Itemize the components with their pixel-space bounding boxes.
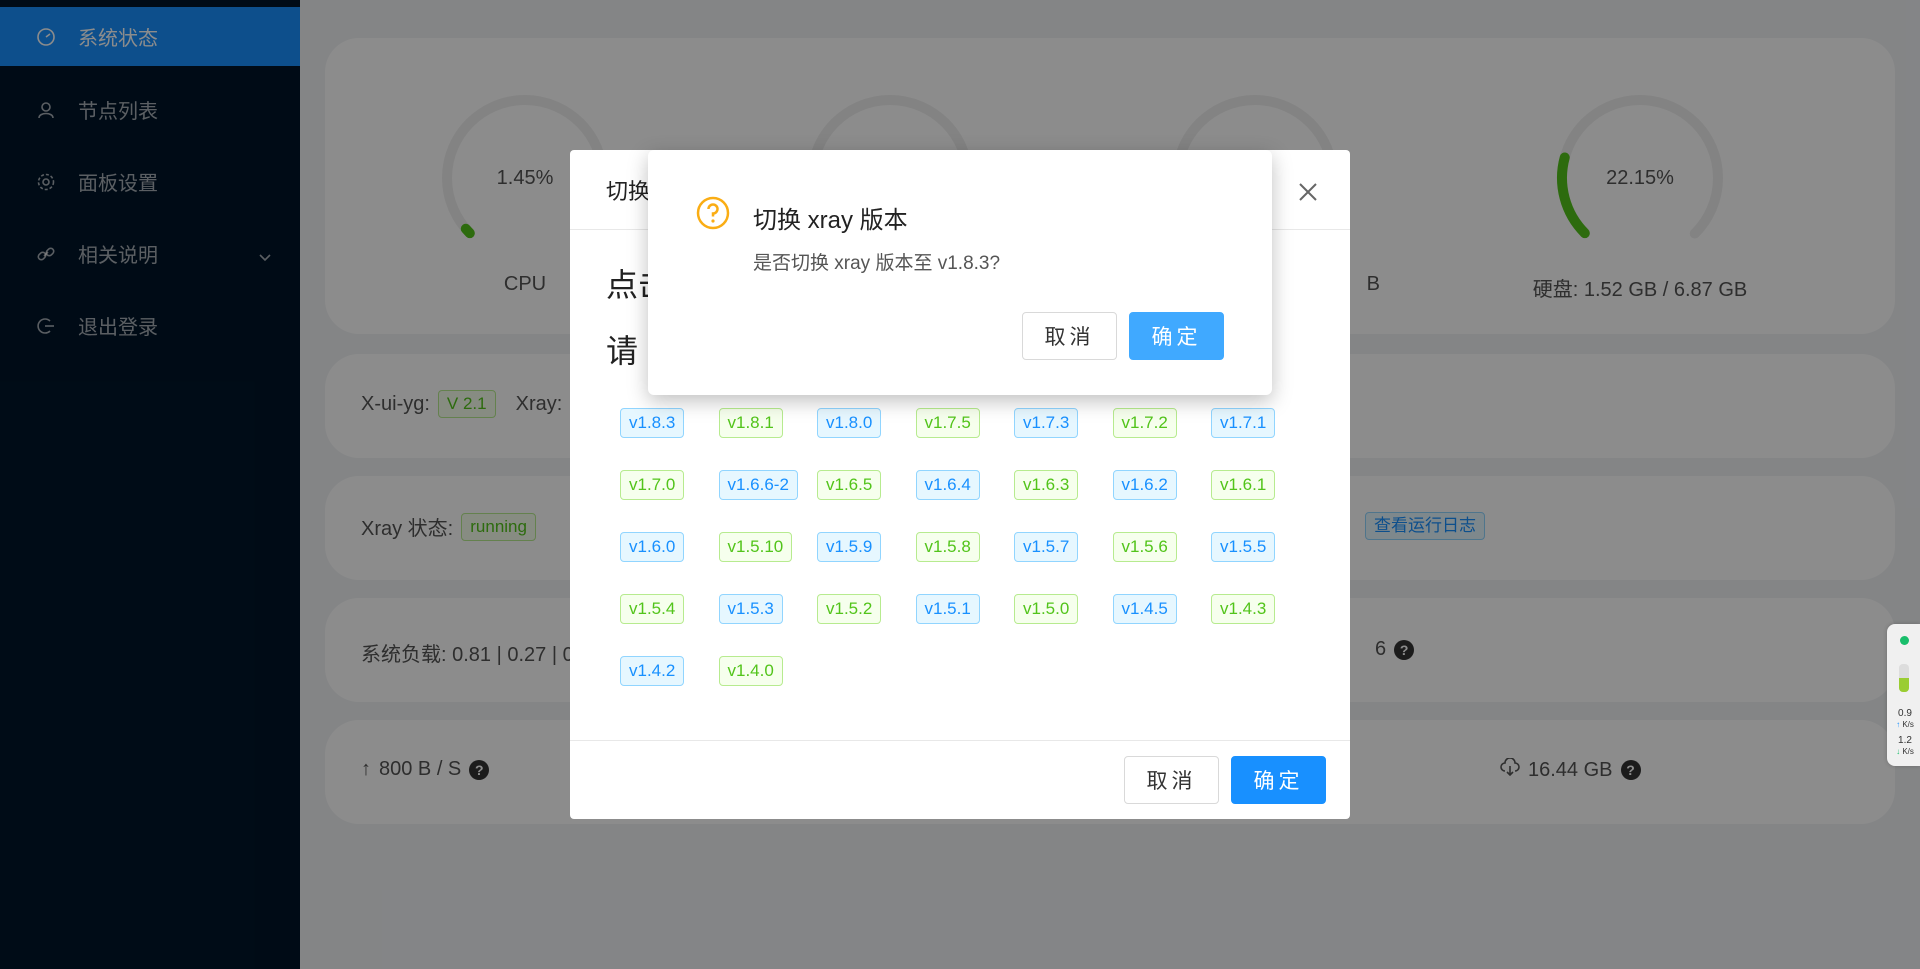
version-tag[interactable]: v1.5.8 xyxy=(915,532,980,562)
usage-bar xyxy=(1899,664,1909,692)
version-tag[interactable]: v1.7.5 xyxy=(915,408,980,438)
download-rate-value: 1.2 xyxy=(1898,735,1912,746)
version-tag[interactable]: v1.5.0 xyxy=(1014,594,1079,624)
version-tag[interactable]: v1.5.5 xyxy=(1211,532,1276,562)
version-tag[interactable]: v1.4.2 xyxy=(620,656,685,686)
upload-rate-value: 0.9 xyxy=(1898,708,1912,719)
version-tag[interactable]: v1.6.5 xyxy=(817,470,882,500)
version-tag[interactable]: v1.5.9 xyxy=(817,532,882,562)
upload-rate-unit-text: K/s xyxy=(1902,720,1914,729)
version-tag[interactable]: v1.8.1 xyxy=(718,408,783,438)
version-tag[interactable]: v1.7.2 xyxy=(1112,408,1177,438)
confirm-title: 切换 xray 版本 xyxy=(753,207,908,234)
version-tag[interactable]: v1.5.7 xyxy=(1014,532,1079,562)
version-tag[interactable]: v1.7.3 xyxy=(1014,408,1079,438)
version-tag[interactable]: v1.4.3 xyxy=(1211,594,1276,624)
close-icon[interactable] xyxy=(1296,180,1320,204)
net-speed-widget[interactable]: 0.9 ↑ K/s 1.2 ↓ K/s xyxy=(1887,624,1920,766)
version-tag[interactable]: v1.6.4 xyxy=(915,470,980,500)
version-tag[interactable]: v1.5.10 xyxy=(718,532,793,562)
cancel-button[interactable]: 取消 xyxy=(1022,312,1117,360)
version-tag[interactable]: v1.5.4 xyxy=(620,594,685,624)
version-tag[interactable]: v1.6.3 xyxy=(1014,470,1079,500)
modal-title: 切换 xyxy=(606,178,651,204)
upload-rate-unit: ↑ K/s xyxy=(1896,720,1914,729)
question-circle-icon xyxy=(696,196,730,230)
cancel-button[interactable]: 取消 xyxy=(1124,756,1219,804)
version-tag[interactable]: v1.4.0 xyxy=(718,656,783,686)
confirm-dialog: 切换 xray 版本 是否切换 xray 版本至 v1.8.3? 取消 确定 xyxy=(648,150,1272,395)
version-tag[interactable]: v1.7.0 xyxy=(620,470,685,500)
version-tag[interactable]: v1.5.3 xyxy=(718,594,783,624)
ok-button[interactable]: 确定 xyxy=(1231,756,1326,804)
modal-footer: 取消 确定 xyxy=(570,740,1350,819)
version-tag[interactable]: v1.4.5 xyxy=(1112,594,1177,624)
version-tag[interactable]: v1.5.1 xyxy=(915,594,980,624)
download-rate-unit: ↓ K/s xyxy=(1896,747,1914,756)
version-tag[interactable]: v1.6.2 xyxy=(1112,470,1177,500)
version-tag[interactable]: v1.7.1 xyxy=(1211,408,1276,438)
version-tag[interactable]: v1.8.0 xyxy=(817,408,882,438)
version-tag[interactable]: v1.8.3 xyxy=(620,408,685,438)
ok-button[interactable]: 确定 xyxy=(1129,312,1224,360)
version-tag[interactable]: v1.5.6 xyxy=(1112,532,1177,562)
version-tag[interactable]: v1.5.2 xyxy=(817,594,882,624)
version-tag[interactable]: v1.6.6-2 xyxy=(718,470,798,500)
download-rate: 1.2 ↓ K/s xyxy=(1891,735,1919,757)
version-tag[interactable]: v1.6.1 xyxy=(1211,470,1276,500)
version-tag[interactable]: v1.6.0 xyxy=(620,532,685,562)
status-dot xyxy=(1900,636,1909,645)
confirm-content: 是否切换 xray 版本至 v1.8.3? xyxy=(753,253,1001,274)
download-rate-unit-text: K/s xyxy=(1902,747,1914,756)
upload-rate: 0.9 ↑ K/s xyxy=(1891,708,1919,730)
